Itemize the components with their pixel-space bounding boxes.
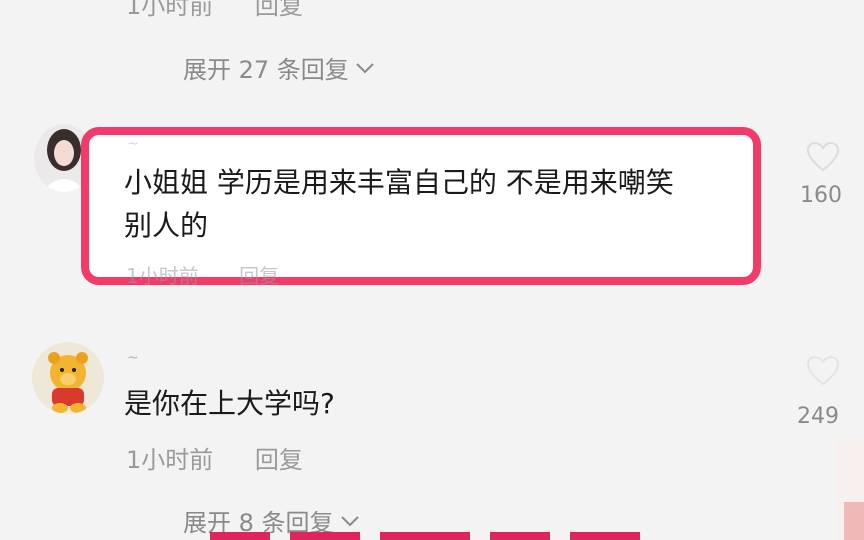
avatar[interactable] — [32, 342, 104, 414]
comment1-username[interactable]: ~ — [127, 136, 139, 152]
edge-fragment-accent — [844, 502, 864, 540]
comment1-meta: 1小时前 回复 — [126, 260, 279, 289]
comment1-reply-button[interactable]: 回复 — [239, 264, 279, 288]
comment1-text-line1: 小姐姐 学历是用来丰富自己的 不是用来嘲笑 — [124, 166, 674, 199]
comment2-meta: 1小时前 回复 — [126, 440, 303, 475]
prev-comment-time: 1小时前 — [126, 0, 214, 20]
expand-replies-label: 展开 27 条回复 — [183, 56, 349, 84]
edge-fragment — [836, 440, 864, 540]
comment2-reply-button[interactable]: 回复 — [255, 446, 303, 474]
comment2-username[interactable]: ~ — [127, 350, 139, 366]
comment2-time: 1小时前 — [126, 446, 214, 474]
prev-comment-expand-replies[interactable]: 展开 27 条回复 — [183, 50, 375, 85]
comment1-like-count: 160 — [800, 183, 842, 208]
comment1-text-line2: 别人的 — [124, 209, 209, 242]
chevron-down-icon — [340, 515, 359, 526]
comment2-text: 是你在上大学吗? — [124, 387, 335, 420]
comment1-text: 小姐姐 学历是用来丰富自己的 不是用来嘲笑 别人的 — [124, 161, 674, 247]
comment2-like-count: 249 — [797, 404, 839, 429]
heart-icon[interactable] — [806, 142, 840, 172]
overlay-caption-fragment — [210, 532, 640, 540]
comment1-time: 1小时前 — [126, 264, 199, 288]
prev-comment-reply-button[interactable]: 回复 — [255, 0, 303, 20]
chevron-down-icon — [356, 62, 374, 73]
prev-comment-meta: 1小时前 回复 — [126, 0, 303, 21]
heart-icon[interactable] — [806, 356, 840, 386]
